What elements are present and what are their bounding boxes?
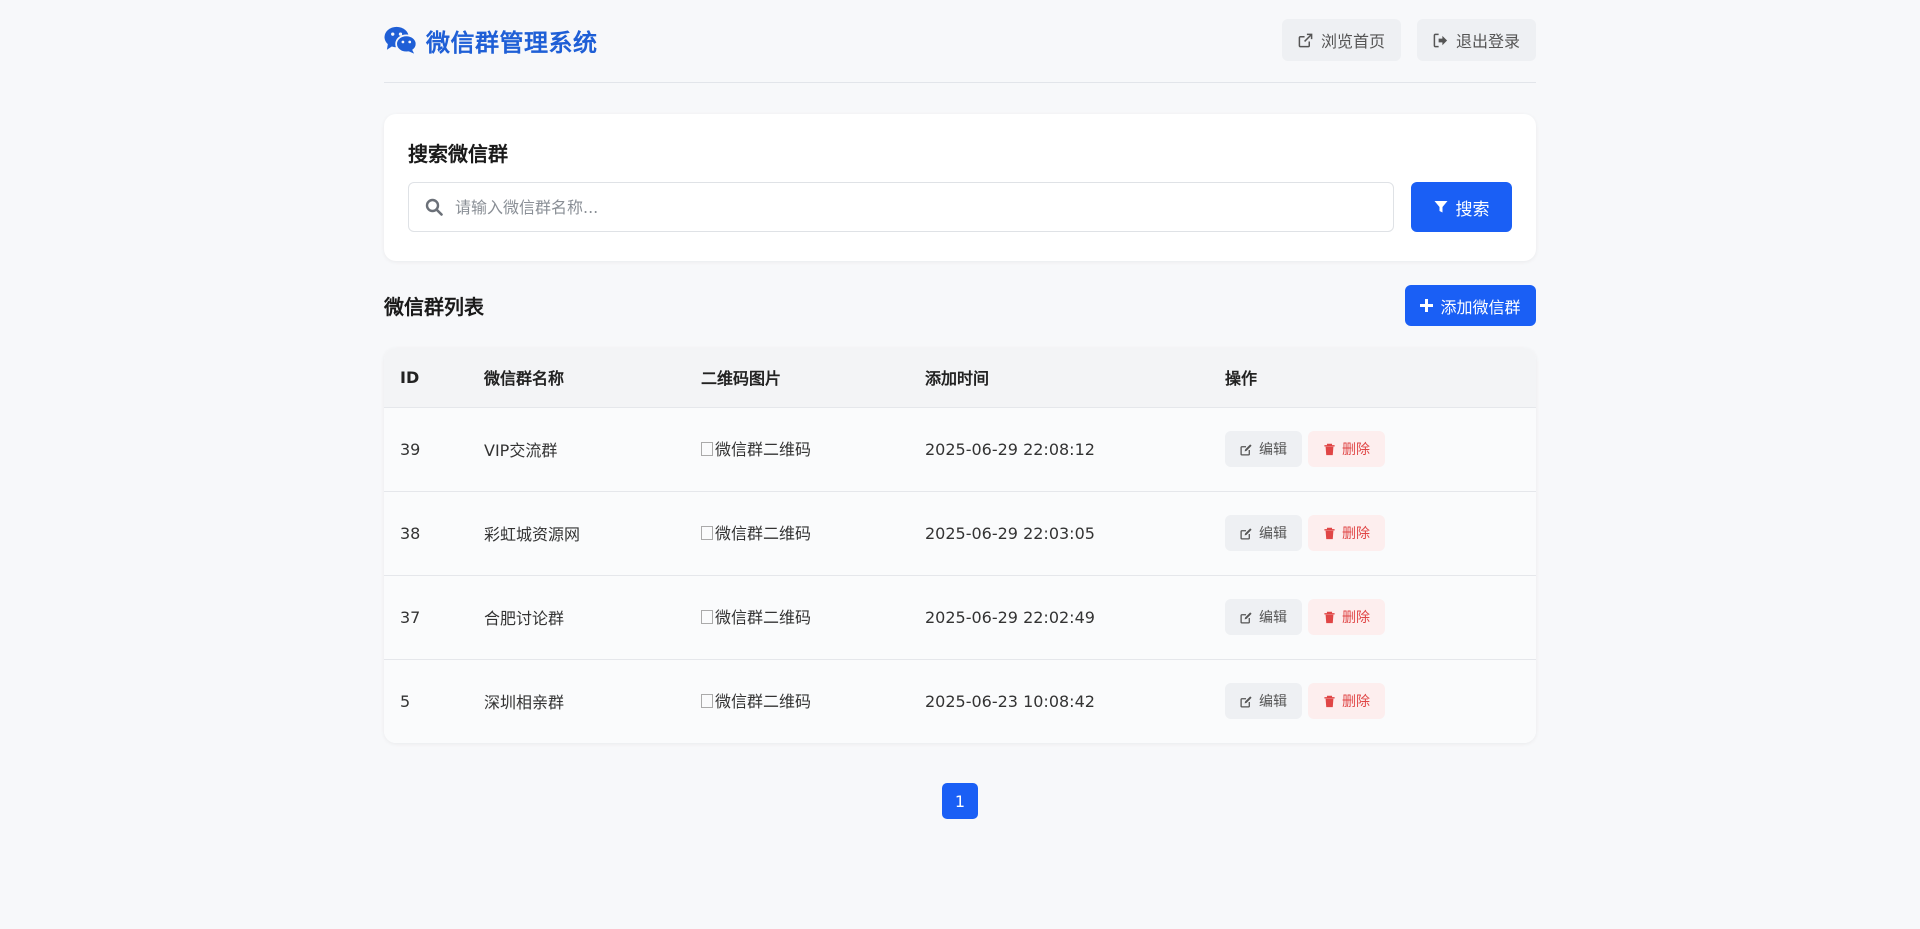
row-time: 2025-06-23 10:08:42: [909, 659, 1209, 743]
broken-image-icon: [701, 525, 713, 540]
edit-button[interactable]: 编辑: [1225, 431, 1302, 467]
plus-icon: [1420, 299, 1434, 312]
delete-button[interactable]: 删除: [1308, 599, 1385, 635]
edit-label: 编辑: [1259, 442, 1287, 458]
search-button[interactable]: 搜索: [1411, 182, 1512, 232]
search-box: [408, 182, 1394, 232]
search-card: 搜索微信群 搜索: [384, 114, 1536, 261]
logout-button[interactable]: 退出登录: [1416, 19, 1536, 61]
edit-button[interactable]: 编辑: [1225, 599, 1302, 635]
trash-icon: [1324, 695, 1335, 707]
broken-image-icon: [701, 441, 713, 456]
row-time: 2025-06-29 22:08:12: [909, 407, 1209, 492]
filter-icon: [1434, 201, 1447, 213]
trash-icon: [1324, 443, 1335, 455]
qr-image: 微信群二维码: [701, 606, 811, 629]
row-id: 37: [384, 575, 468, 660]
external-link-icon: [1298, 33, 1313, 47]
column-header-name: 微信群名称: [468, 348, 685, 408]
qr-image: 微信群二维码: [701, 522, 811, 545]
row-name: VIP交流群: [468, 407, 685, 492]
edit-icon: [1240, 527, 1252, 540]
browse-home-button[interactable]: 浏览首页: [1281, 19, 1401, 61]
row-id: 5: [384, 659, 468, 743]
qr-image: 微信群二维码: [701, 690, 811, 713]
add-group-button[interactable]: 添加微信群: [1405, 285, 1536, 326]
column-header-time: 添加时间: [909, 348, 1209, 408]
delete-button[interactable]: 删除: [1308, 683, 1385, 720]
qr-alt-text: 微信群二维码: [715, 523, 812, 543]
row-name: 彩虹城资源网: [468, 491, 685, 576]
trash-icon: [1324, 527, 1335, 539]
app-title: 微信群管理系统: [426, 28, 598, 57]
search-row: 搜索: [408, 182, 1512, 232]
logout-label: 退出登录: [1455, 32, 1520, 51]
pagination: 1: [384, 783, 1536, 819]
delete-button[interactable]: 删除: [1308, 515, 1385, 551]
row-actions: 编辑 删除: [1225, 683, 1520, 720]
table-row: 37 合肥讨论群 微信群二维码 2025-06-29 22:02:49 编辑 删…: [384, 575, 1536, 660]
brand: 微信群管理系统: [384, 23, 598, 58]
qr-alt-text: 微信群二维码: [715, 607, 812, 627]
edit-label: 编辑: [1259, 526, 1287, 542]
header: 微信群管理系统 浏览首页 退出登录: [384, 0, 1536, 83]
edit-icon: [1240, 611, 1252, 624]
table-row: 38 彩虹城资源网 微信群二维码 2025-06-29 22:03:05 编辑 …: [384, 491, 1536, 576]
table-row: 39 VIP交流群 微信群二维码 2025-06-29 22:08:12 编辑 …: [384, 407, 1536, 492]
row-actions: 编辑 删除: [1225, 515, 1520, 551]
qr-alt-text: 微信群二维码: [715, 439, 812, 459]
broken-image-icon: [701, 693, 713, 708]
search-icon: [425, 198, 443, 216]
delete-label: 删除: [1342, 526, 1370, 542]
edit-icon: [1240, 696, 1252, 708]
row-actions: 编辑 删除: [1225, 599, 1520, 635]
row-name: 合肥讨论群: [468, 575, 685, 660]
column-header-qr: 二维码图片: [685, 348, 909, 408]
delete-label: 删除: [1342, 694, 1370, 711]
sign-out-icon: [1433, 33, 1448, 47]
broken-image-icon: [701, 609, 713, 624]
qr-image: 微信群二维码: [701, 438, 811, 461]
header-nav: 浏览首页 退出登录: [1281, 19, 1536, 61]
row-name: 深圳相亲群: [468, 659, 685, 743]
search-button-label: 搜索: [1455, 199, 1490, 220]
delete-label: 删除: [1342, 610, 1370, 626]
browse-home-label: 浏览首页: [1320, 32, 1385, 51]
table-header-row: ID 微信群名称 二维码图片 添加时间 操作: [384, 348, 1536, 408]
edit-button[interactable]: 编辑: [1225, 683, 1302, 720]
group-table: ID 微信群名称 二维码图片 添加时间 操作 39 VIP交流群 微信群二维码 …: [384, 348, 1536, 743]
column-header-actions: 操作: [1209, 348, 1536, 408]
delete-button[interactable]: 删除: [1308, 431, 1385, 467]
list-title: 微信群列表: [384, 295, 484, 319]
table-row: 5 深圳相亲群 微信群二维码 2025-06-23 10:08:42 编辑 删除: [384, 659, 1536, 743]
search-card-title: 搜索微信群: [408, 142, 508, 166]
row-time: 2025-06-29 22:02:49: [909, 575, 1209, 660]
edit-icon: [1240, 443, 1252, 456]
add-group-label: 添加微信群: [1440, 297, 1521, 317]
page-container: 微信群管理系统 浏览首页 退出登录 搜索微信群 请输入微信群名称... 搜索 微…: [384, 0, 1536, 819]
list-header: 微信群列表 添加微信群: [384, 285, 1536, 326]
search-input[interactable]: [455, 197, 1393, 217]
qr-alt-text: 微信群二维码: [715, 691, 812, 711]
page-button-1[interactable]: 1: [942, 783, 978, 819]
trash-icon: [1324, 611, 1335, 623]
row-id: 39: [384, 407, 468, 492]
edit-label: 编辑: [1259, 694, 1287, 711]
row-id: 38: [384, 491, 468, 576]
row-actions: 编辑 删除: [1225, 431, 1520, 467]
edit-button[interactable]: 编辑: [1225, 515, 1302, 551]
wechat-icon: [384, 26, 417, 54]
column-header-id: ID: [384, 348, 468, 408]
row-time: 2025-06-29 22:03:05: [909, 491, 1209, 576]
edit-label: 编辑: [1259, 610, 1287, 626]
delete-label: 删除: [1342, 442, 1370, 458]
